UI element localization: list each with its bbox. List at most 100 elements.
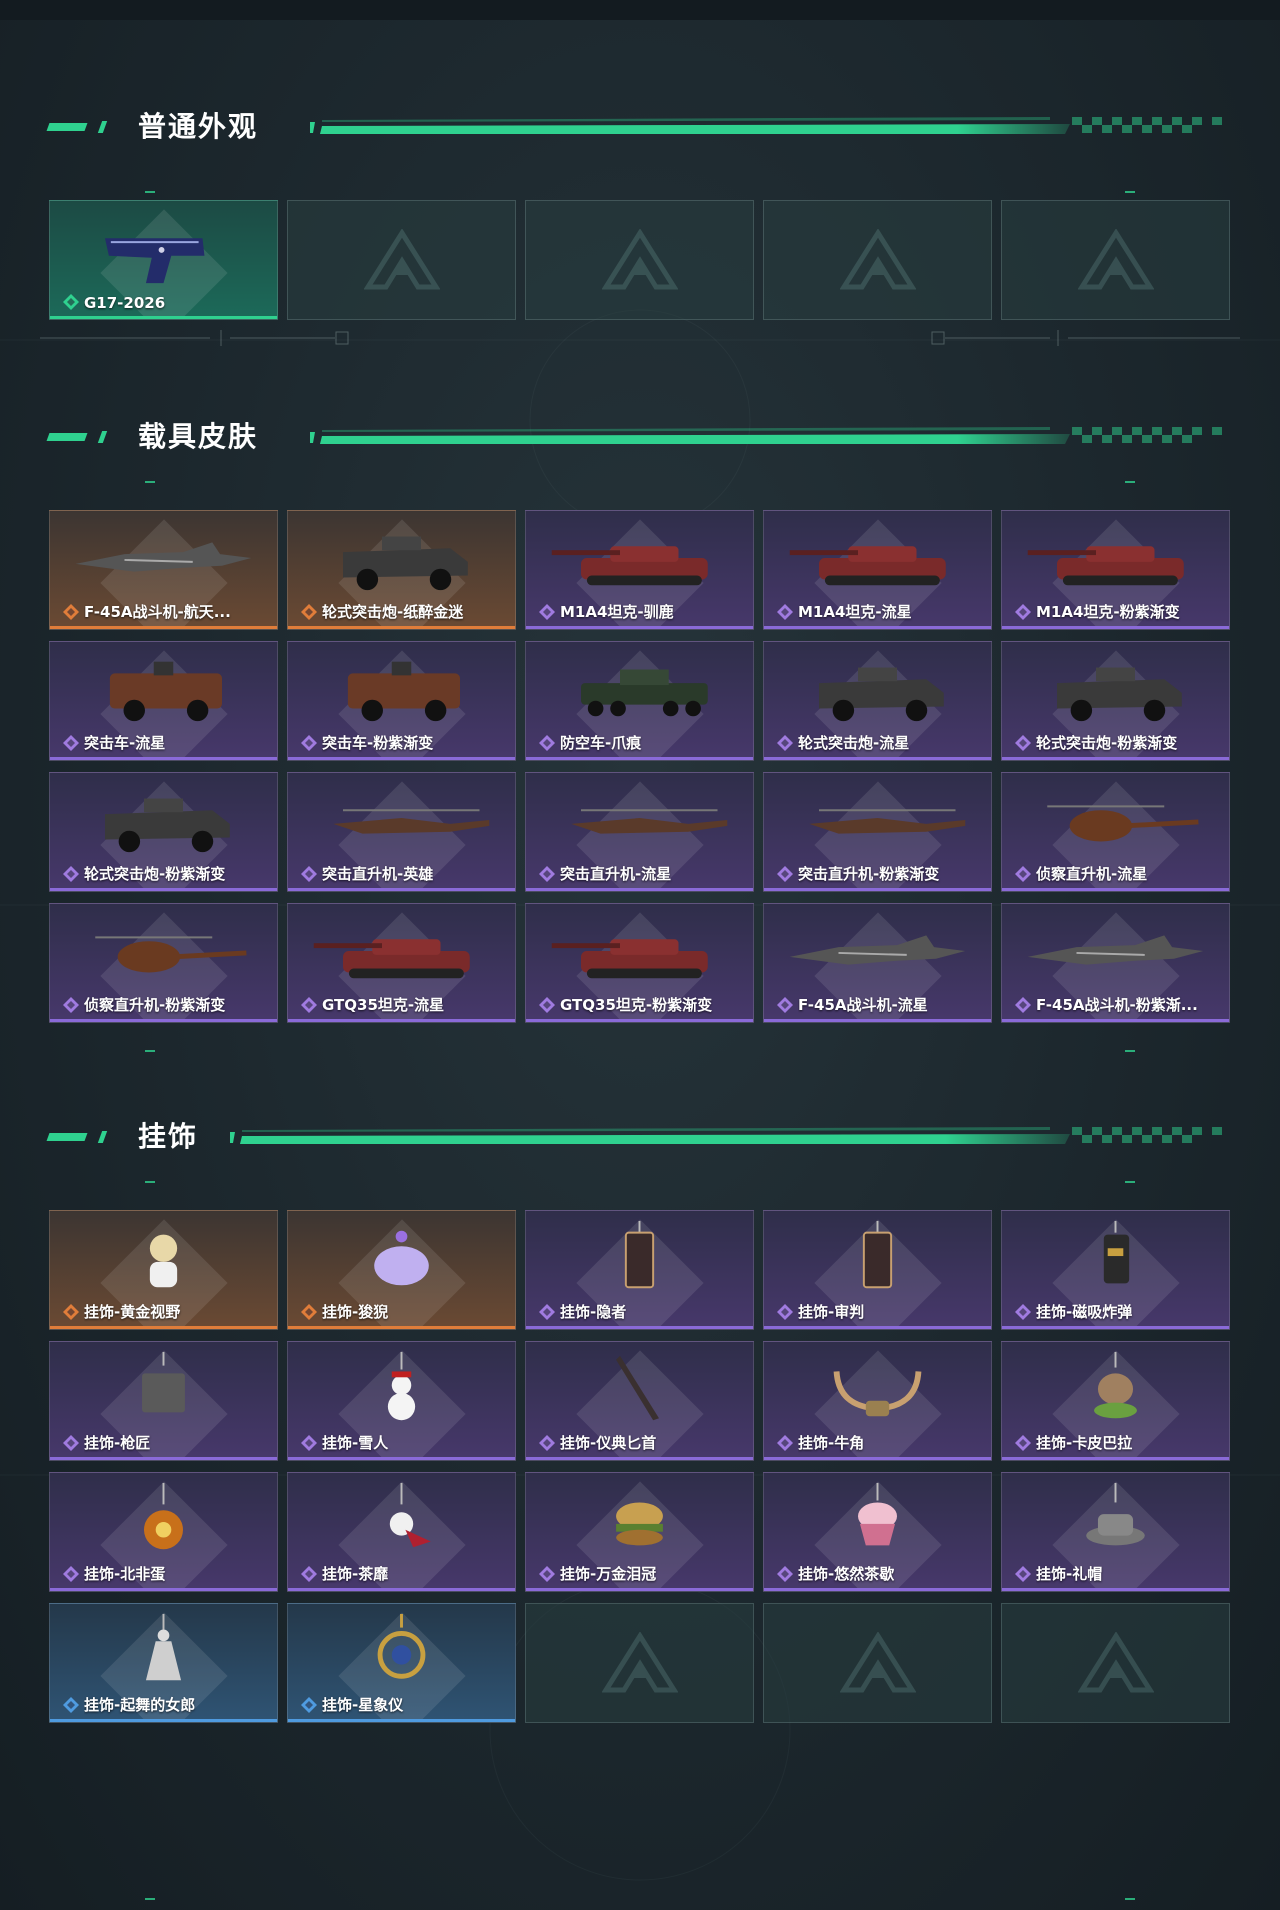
item-card[interactable]: 挂饰-仪典匕首 <box>525 1341 754 1461</box>
item-label: F-45A战斗机-粉紫渐... <box>1036 996 1198 1014</box>
rarity-underline <box>526 1019 753 1022</box>
item-card[interactable]: M1A4坦克-粉紫渐变 <box>1001 510 1230 630</box>
rarity-diamond-icon <box>62 1565 80 1583</box>
section-title: 载具皮肤 <box>138 420 259 453</box>
item-card[interactable]: 挂饰-磁吸炸弹 <box>1001 1210 1230 1330</box>
charm-cupcake-icon <box>778 1481 977 1559</box>
item-card[interactable]: F-45A战斗机-流星 <box>763 903 992 1023</box>
rarity-underline <box>1002 1588 1229 1591</box>
section-header-bar <box>230 1127 1222 1144</box>
item-label: F-45A战斗机-航天... <box>84 603 231 621</box>
rarity-diamond-icon <box>62 734 80 752</box>
rarity-diamond-icon <box>1014 865 1032 883</box>
rarity-diamond-icon <box>1014 1565 1032 1583</box>
item-label: F-45A战斗机-流星 <box>798 996 928 1014</box>
rarity-diamond-icon <box>1014 603 1032 621</box>
item-card[interactable]: F-45A战斗机-航天... <box>49 510 278 630</box>
item-card[interactable]: M1A4坦克-驯鹿 <box>525 510 754 630</box>
rarity-diamond-icon <box>300 865 318 883</box>
rarity-diamond-icon <box>538 865 556 883</box>
item-card[interactable]: 挂饰-枪匠 <box>49 1341 278 1461</box>
helicopter-icon <box>540 781 739 859</box>
item-card[interactable]: G17-2026 <box>49 200 278 320</box>
item-card[interactable]: 挂饰-卡皮巴拉 <box>1001 1341 1230 1461</box>
item-card[interactable]: 挂饰-审判 <box>763 1210 992 1330</box>
charm-snowman-icon <box>302 1350 501 1428</box>
item-label: 挂饰-磁吸炸弹 <box>1036 1303 1133 1321</box>
item-card[interactable]: 突击车-粉紫渐变 <box>287 641 516 761</box>
rarity-underline <box>764 1326 991 1329</box>
item-card[interactable]: 突击直升机-粉紫渐变 <box>763 772 992 892</box>
tank-icon <box>540 912 739 990</box>
item-label: 突击直升机-英雄 <box>322 865 434 883</box>
item-card[interactable]: 挂饰-隐者 <box>525 1210 754 1330</box>
rarity-underline <box>288 626 515 629</box>
item-card[interactable]: 挂饰-北非蛋 <box>49 1472 278 1592</box>
rarity-underline <box>526 1326 753 1329</box>
item-card[interactable]: 挂饰-万金泪冠 <box>525 1472 754 1592</box>
item-card[interactable]: F-45A战斗机-粉紫渐... <box>1001 903 1230 1023</box>
item-card[interactable]: M1A4坦克-流星 <box>763 510 992 630</box>
item-card[interactable]: 突击直升机-英雄 <box>287 772 516 892</box>
empty-slot <box>525 1603 754 1723</box>
placeholder-emblem-icon <box>363 229 440 290</box>
rarity-underline <box>526 626 753 629</box>
rarity-underline <box>1002 757 1229 760</box>
item-card[interactable]: 挂饰-黄金视野 <box>49 1210 278 1330</box>
rarity-underline <box>1002 1019 1229 1022</box>
rarity-diamond-icon <box>1014 1434 1032 1452</box>
item-card[interactable]: 侦察直升机-流星 <box>1001 772 1230 892</box>
rarity-underline <box>526 757 753 760</box>
item-card[interactable]: 侦察直升机-粉紫渐变 <box>49 903 278 1023</box>
item-card[interactable]: 挂饰-悠然茶歇 <box>763 1472 992 1592</box>
rarity-underline <box>1002 626 1229 629</box>
rarity-diamond-icon <box>300 1696 318 1714</box>
item-card[interactable]: 挂饰-礼帽 <box>1001 1472 1230 1592</box>
item-card[interactable]: 防空车-爪痕 <box>525 641 754 761</box>
rarity-underline <box>1002 1326 1229 1329</box>
item-card[interactable]: 挂饰-起舞的女郎 <box>49 1603 278 1723</box>
empty-slot <box>763 1603 992 1723</box>
item-label: G17-2026 <box>84 294 166 312</box>
rarity-diamond-icon <box>300 1565 318 1583</box>
item-label: 挂饰-狻猊 <box>322 1303 389 1321</box>
item-label: 轮式突击炮-粉紫渐变 <box>1036 734 1178 752</box>
rarity-diamond-icon <box>1014 734 1032 752</box>
item-card[interactable]: 轮式突击炮-纸醉金迷 <box>287 510 516 630</box>
rarity-diamond-icon <box>300 603 318 621</box>
item-card[interactable]: GTQ35坦克-粉紫渐变 <box>525 903 754 1023</box>
rarity-diamond-icon <box>776 603 794 621</box>
placeholder-emblem-icon <box>1077 229 1154 290</box>
item-label: 挂饰-雪人 <box>322 1434 389 1452</box>
item-card[interactable]: 挂饰-雪人 <box>287 1341 516 1461</box>
placeholder-emblem-icon <box>601 229 678 290</box>
tank-icon <box>1016 519 1215 597</box>
item-card[interactable]: 突击车-流星 <box>49 641 278 761</box>
item-label: 侦察直升机-粉紫渐变 <box>84 996 226 1014</box>
rarity-underline <box>50 1457 277 1460</box>
item-label: 挂饰-礼帽 <box>1036 1565 1103 1583</box>
rarity-diamond-icon <box>1014 1303 1032 1321</box>
jet-icon <box>778 912 977 990</box>
rarity-underline <box>50 1326 277 1329</box>
placeholder-emblem-icon <box>601 1632 678 1693</box>
empty-slot <box>1001 1603 1230 1723</box>
rarity-underline <box>526 1588 753 1591</box>
item-label: 突击直升机-粉紫渐变 <box>798 865 940 883</box>
rarity-underline <box>288 1326 515 1329</box>
item-card[interactable]: 挂饰-狻猊 <box>287 1210 516 1330</box>
helicopter-icon <box>778 781 977 859</box>
item-card[interactable]: 挂饰-星象仪 <box>287 1603 516 1723</box>
rarity-underline <box>764 888 991 891</box>
item-label: 挂饰-悠然茶歇 <box>798 1565 895 1583</box>
item-card[interactable]: 挂饰-牛角 <box>763 1341 992 1461</box>
item-label: 轮式突击炮-粉紫渐变 <box>84 865 226 883</box>
item-card[interactable]: 轮式突击炮-粉紫渐变 <box>49 772 278 892</box>
item-label: 挂饰-星象仪 <box>322 1696 404 1714</box>
item-card[interactable]: GTQ35坦克-流星 <box>287 903 516 1023</box>
item-card[interactable]: 轮式突击炮-流星 <box>763 641 992 761</box>
item-card[interactable]: 轮式突击炮-粉紫渐变 <box>1001 641 1230 761</box>
rarity-diamond-icon <box>538 1565 556 1583</box>
item-card[interactable]: 突击直升机-流星 <box>525 772 754 892</box>
item-card[interactable]: 挂饰-茶靡 <box>287 1472 516 1592</box>
